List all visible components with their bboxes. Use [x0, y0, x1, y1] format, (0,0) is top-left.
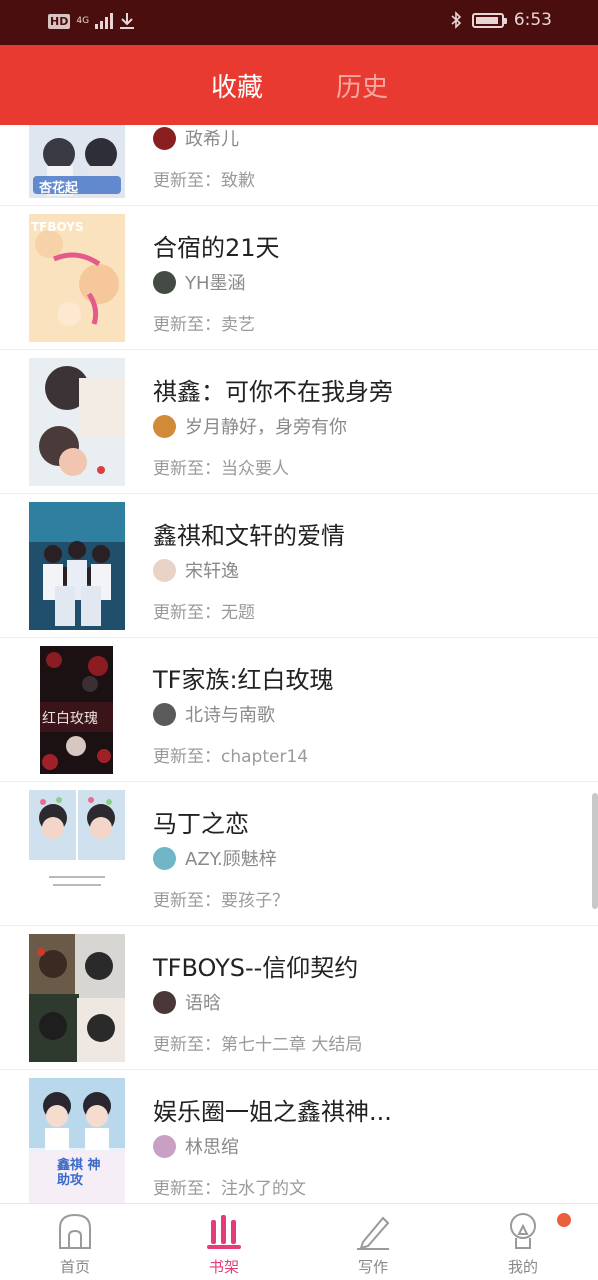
- hd-badge: HD: [48, 13, 71, 29]
- book-title: 马丁之恋: [153, 810, 249, 838]
- cover-text: 红白玫瑰: [42, 711, 98, 727]
- cover-text: 鑫祺 神助攻: [57, 1158, 101, 1188]
- author-avatar: [153, 1134, 176, 1158]
- update-text: 更新至：致歉: [153, 171, 255, 191]
- author-row: 岁月静好，身旁有你: [153, 414, 347, 438]
- update-text: 更新至：第七十二章 大结局: [153, 1035, 363, 1055]
- book-cover: [29, 934, 125, 1062]
- list-scrollbar[interactable]: [592, 793, 598, 909]
- update-text: 更新至：当众要人: [153, 459, 289, 479]
- update-text: 更新至：注水了的文: [153, 1179, 306, 1199]
- author-avatar: [153, 990, 176, 1014]
- author-avatar: [153, 126, 176, 150]
- book-cover: [29, 790, 125, 918]
- author-row: 林思绾: [153, 1134, 239, 1158]
- status-right: 6:53: [450, 10, 552, 30]
- book-item[interactable]: 鑫祺 神助攻 娱乐圈一姐之鑫祺神... 林思绾 更新至：注水了的文: [0, 1070, 598, 1203]
- bookshelf-icon: [207, 1215, 241, 1249]
- author-row: 政希儿: [153, 126, 239, 150]
- battery-icon: [471, 12, 507, 28]
- nav-home-label: 首页: [59, 1258, 90, 1276]
- book-item[interactable]: 杏花起 政希儿 更新至：致歉: [0, 125, 598, 206]
- profile-icon: [510, 1213, 536, 1249]
- book-title: 娱乐圈一姐之鑫祺神...: [153, 1098, 392, 1126]
- book-title: TF家族:红白玫瑰: [153, 666, 334, 694]
- nav-write-label: 写作: [357, 1258, 388, 1276]
- tab-favorites[interactable]: 收藏: [211, 67, 263, 104]
- book-title: 鑫祺和文轩的爱情: [153, 522, 345, 550]
- update-text: 更新至：无题: [153, 603, 255, 623]
- book-item[interactable]: 祺鑫：可你不在我身旁 岁月静好，身旁有你 更新至：当众要人: [0, 350, 598, 494]
- book-item[interactable]: 红白玫瑰 TF家族:红白玫瑰 北诗与南歌 更新至：chapter14: [0, 638, 598, 782]
- book-cover: 杏花起: [29, 125, 125, 198]
- author-name: 宋轩逸: [185, 561, 239, 582]
- book-item[interactable]: TFBOYS--信仰契约 语晗 更新至：第七十二章 大结局: [0, 926, 598, 1070]
- bluetooth-icon: [451, 11, 461, 29]
- author-avatar: [153, 702, 176, 726]
- book-item[interactable]: 鑫祺和文轩的爱情 宋轩逸 更新至：无题: [0, 494, 598, 638]
- bottom-nav: 首页 书架 写作 我的: [0, 1203, 598, 1280]
- author-name: 政希儿: [185, 129, 239, 150]
- top-tab-bar: 收藏 历史: [0, 45, 598, 125]
- update-text: 更新至：要孩子？: [153, 891, 289, 911]
- author-avatar: [153, 270, 176, 294]
- book-cover: 红白玫瑰: [40, 646, 113, 774]
- nav-bookshelf-label: 书架: [208, 1258, 239, 1276]
- tab-history[interactable]: 历史: [336, 67, 388, 104]
- book-title: TFBOYS--信仰契约: [153, 954, 359, 982]
- book-list[interactable]: 杏花起 政希儿 更新至：致歉 TFBOYS 合宿的21天 YH墨涵 更新至：卖艺: [0, 125, 598, 1203]
- network-label: 4G: [76, 16, 90, 26]
- author-name: 岁月静好，身旁有你: [185, 417, 347, 438]
- book-cover: [29, 502, 125, 630]
- cover-text: 杏花起: [39, 181, 79, 196]
- clock: 6:53: [513, 10, 552, 30]
- author-row: 北诗与南歌: [153, 702, 275, 726]
- author-avatar: [153, 846, 176, 870]
- notification-dot: [557, 1213, 571, 1227]
- book-title: 合宿的21天: [153, 234, 280, 262]
- book-cover: [29, 358, 125, 486]
- author-row: YH墨涵: [153, 270, 246, 294]
- update-text: 更新至：卖艺: [153, 315, 255, 335]
- book-cover: 鑫祺 神助攻: [29, 1078, 125, 1203]
- pencil-icon: [357, 1216, 390, 1250]
- nav-write[interactable]: 写作: [313, 1204, 433, 1280]
- author-name: AZY.顾魅梓: [185, 849, 277, 870]
- signal-icon: [95, 13, 114, 29]
- book-item[interactable]: 马丁之恋 AZY.顾魅梓 更新至：要孩子？: [0, 782, 598, 926]
- book-item[interactable]: TFBOYS 合宿的21天 YH墨涵 更新至：卖艺: [0, 206, 598, 350]
- nav-bookshelf[interactable]: 书架: [164, 1204, 284, 1280]
- author-row: AZY.顾魅梓: [153, 846, 277, 870]
- author-name: 北诗与南歌: [185, 705, 275, 726]
- book-title: 祺鑫：可你不在我身旁: [153, 378, 393, 406]
- home-icon: [59, 1213, 91, 1249]
- book-cover: TFBOYS: [29, 214, 125, 342]
- author-name: 林思绾: [185, 1137, 239, 1158]
- status-bar: HD 4G 6:53: [0, 0, 598, 45]
- author-avatar: [153, 414, 176, 438]
- status-left: HD 4G: [48, 12, 135, 30]
- nav-home[interactable]: 首页: [15, 1204, 135, 1280]
- cover-text: TFBOYS: [31, 220, 84, 234]
- author-name: 语晗: [185, 993, 221, 1014]
- nav-profile-label: 我的: [507, 1258, 538, 1276]
- download-icon: [120, 13, 135, 29]
- author-name: YH墨涵: [185, 273, 246, 294]
- author-row: 语晗: [153, 990, 221, 1014]
- author-row: 宋轩逸: [153, 558, 239, 582]
- author-avatar: [153, 558, 176, 582]
- update-text: 更新至：chapter14: [153, 747, 309, 767]
